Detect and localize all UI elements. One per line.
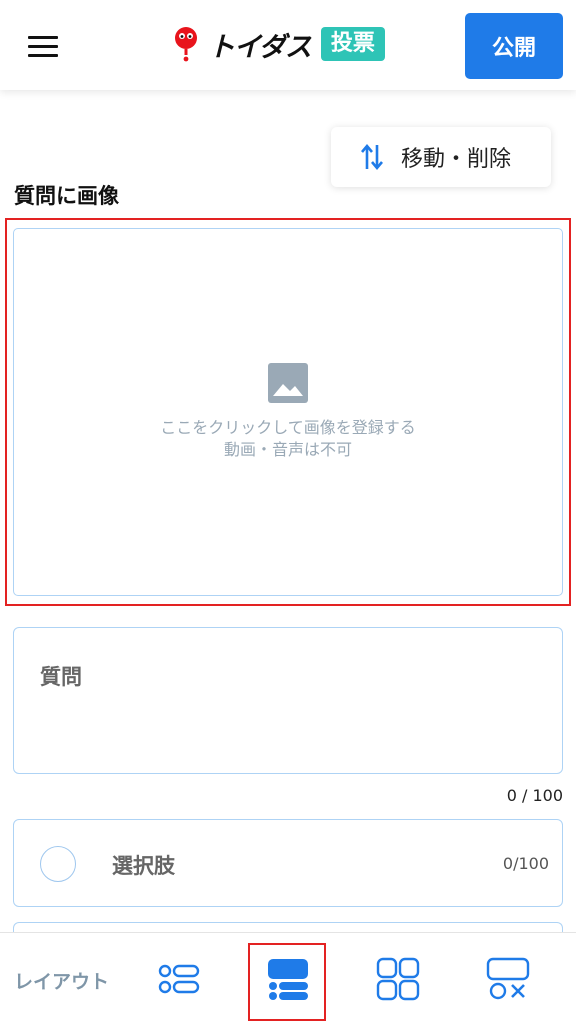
app-logo[interactable]: トイダス 投票 <box>172 24 385 64</box>
list-layout-icon <box>158 964 200 994</box>
image-upload-hint: ここをクリックして画像を登録する <box>160 418 416 437</box>
grid-layout-icon <box>376 957 420 1001</box>
logo-text: トイダス <box>208 31 312 63</box>
logo-badge: 投票 <box>320 27 385 61</box>
choice-char-counter: 0/100 <box>502 854 549 873</box>
layout-option-list[interactable] <box>149 949 209 1009</box>
question-char-counter: 0 / 100 <box>506 786 563 805</box>
logo-mascot-icon <box>175 27 197 62</box>
app-header: トイダス 投票 公開 <box>0 0 576 90</box>
image-placeholder-icon <box>268 363 308 403</box>
publish-button[interactable]: 公開 <box>465 13 563 79</box>
sort-arrows-icon <box>361 143 383 171</box>
hamburger-menu-icon[interactable] <box>28 36 58 58</box>
image-upload-area[interactable]: ここをクリックして画像を登録する 動画・音声は不可 <box>13 228 563 596</box>
choice-radio-button[interactable] <box>40 846 76 882</box>
layout-option-grid[interactable] <box>368 949 428 1009</box>
image-section-title: 質問に画像 <box>14 184 119 208</box>
layout-option-quiz[interactable] <box>478 949 538 1009</box>
layout-label: レイアウト <box>14 971 110 993</box>
question-placeholder: 質問 <box>40 665 82 689</box>
layout-bar: レイアウト <box>0 932 576 1024</box>
quiz-layout-icon <box>486 957 530 1000</box>
choice-input[interactable]: 選択肢 0/100 <box>13 819 563 907</box>
move-delete-label: 移動・削除 <box>401 147 512 172</box>
question-input[interactable]: 質問 <box>13 627 563 774</box>
choice-placeholder: 選択肢 <box>112 854 175 878</box>
image-upload-restriction: 動画・音声は不可 <box>223 440 352 459</box>
move-delete-button[interactable]: 移動・削除 <box>331 127 551 187</box>
selected-layout-highlight <box>248 943 326 1021</box>
